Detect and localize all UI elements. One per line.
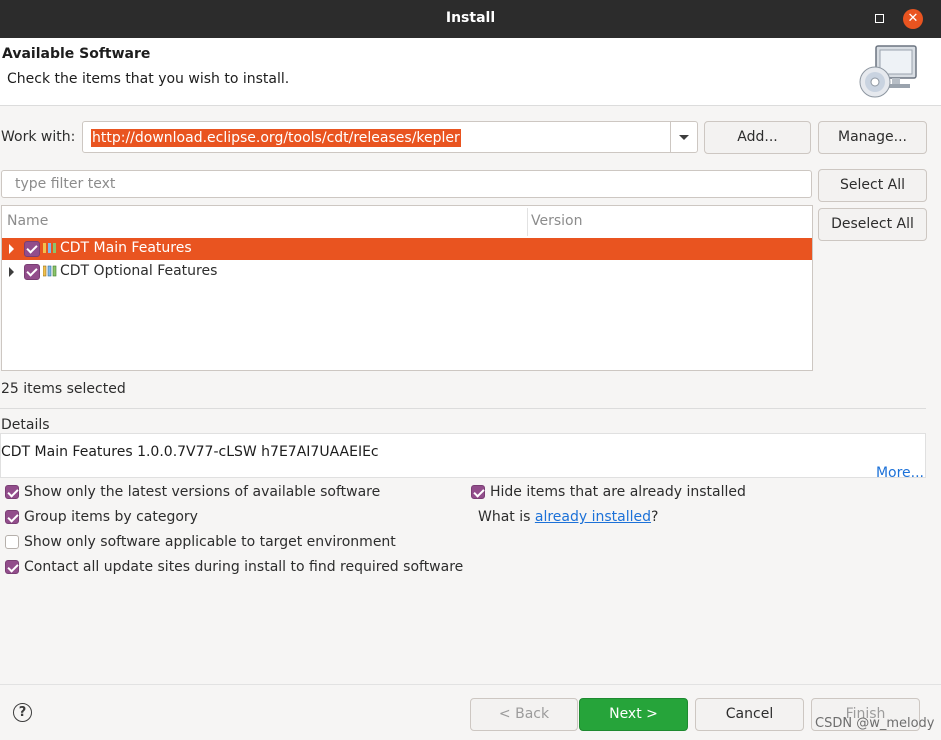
- window-title: Install: [445, 10, 496, 26]
- tree-row[interactable]: CDT Main Features: [2, 238, 812, 260]
- tree-checkbox[interactable]: [24, 264, 40, 280]
- add-site-button[interactable]: Add...: [704, 121, 811, 154]
- filter-input[interactable]: type filter text: [1, 170, 812, 198]
- chevron-down-icon[interactable]: [670, 122, 697, 152]
- software-tree[interactable]: Name Version CDT Main Features CDT Optio…: [1, 205, 813, 371]
- already-installed-link[interactable]: already installed: [535, 509, 651, 525]
- install-dialog: Install ✕ Available Software Check the i…: [0, 0, 941, 740]
- monitor-cd-icon: [859, 45, 917, 98]
- feature-category-icon: [43, 265, 57, 277]
- details-text: CDT Main Features 1.0.0.7V77-cLSW h7E7AI…: [1, 444, 379, 460]
- column-header-version[interactable]: Version: [531, 213, 582, 229]
- select-all-button[interactable]: Select All: [818, 169, 927, 202]
- filter-placeholder: type filter text: [15, 176, 116, 192]
- checkbox-box[interactable]: [5, 485, 19, 499]
- column-divider[interactable]: [527, 208, 528, 236]
- checkbox-box[interactable]: [5, 510, 19, 524]
- tree-row-label: CDT Main Features: [60, 240, 192, 256]
- tree-checkbox[interactable]: [24, 241, 40, 257]
- details-label: Details: [1, 417, 50, 433]
- header-banner: Available Software Check the items that …: [0, 38, 941, 106]
- watermark: CSDN @w_melody: [815, 716, 935, 731]
- work-with-value[interactable]: http://download.eclipse.org/tools/cdt/re…: [91, 129, 461, 147]
- work-with-label: Work with:: [1, 129, 76, 145]
- next-button[interactable]: Next >: [579, 698, 688, 731]
- cancel-button[interactable]: Cancel: [695, 698, 804, 731]
- tree-row-label: CDT Optional Features: [60, 263, 218, 279]
- what-is-suffix: ?: [651, 509, 659, 525]
- maximize-icon[interactable]: [875, 14, 884, 23]
- selection-count: 25 items selected: [1, 381, 126, 397]
- page-subtitle: Check the items that you wish to install…: [7, 71, 290, 87]
- checkbox-box[interactable]: [5, 535, 19, 549]
- manage-sites-button[interactable]: Manage...: [818, 121, 927, 154]
- details-panel: CDT Main Features 1.0.0.7V77-cLSW h7E7AI…: [0, 433, 926, 481]
- help-icon[interactable]: ?: [13, 703, 32, 722]
- checkbox-label: Hide items that are already installed: [490, 484, 746, 500]
- title-bar[interactable]: Install ✕: [0, 0, 941, 39]
- divider: [0, 408, 926, 409]
- close-icon[interactable]: ✕: [903, 9, 923, 29]
- checkbox-label: Contact all update sites during install …: [24, 559, 464, 575]
- what-is-installed-text: What is already installed?: [478, 509, 658, 525]
- footer-divider: [0, 684, 941, 685]
- checkbox-label: Show only software applicable to target …: [24, 534, 396, 550]
- checkbox-label: Group items by category: [24, 509, 198, 525]
- back-button[interactable]: < Back: [470, 698, 578, 731]
- column-header-name[interactable]: Name: [7, 213, 48, 229]
- more-link[interactable]: More...: [876, 465, 924, 481]
- deselect-all-button[interactable]: Deselect All: [818, 208, 927, 241]
- checkbox-label: Show only the latest versions of availab…: [24, 484, 381, 500]
- page-title: Available Software: [2, 46, 151, 62]
- tree-row[interactable]: CDT Optional Features: [2, 261, 812, 283]
- work-with-combo[interactable]: http://download.eclipse.org/tools/cdt/re…: [82, 121, 698, 153]
- expand-arrow-icon[interactable]: [9, 267, 14, 277]
- checkbox-box[interactable]: [5, 560, 19, 574]
- expand-arrow-icon[interactable]: [9, 244, 14, 254]
- feature-category-icon: [43, 243, 56, 253]
- what-is-prefix: What is: [478, 509, 535, 525]
- checkbox-box[interactable]: [471, 485, 485, 499]
